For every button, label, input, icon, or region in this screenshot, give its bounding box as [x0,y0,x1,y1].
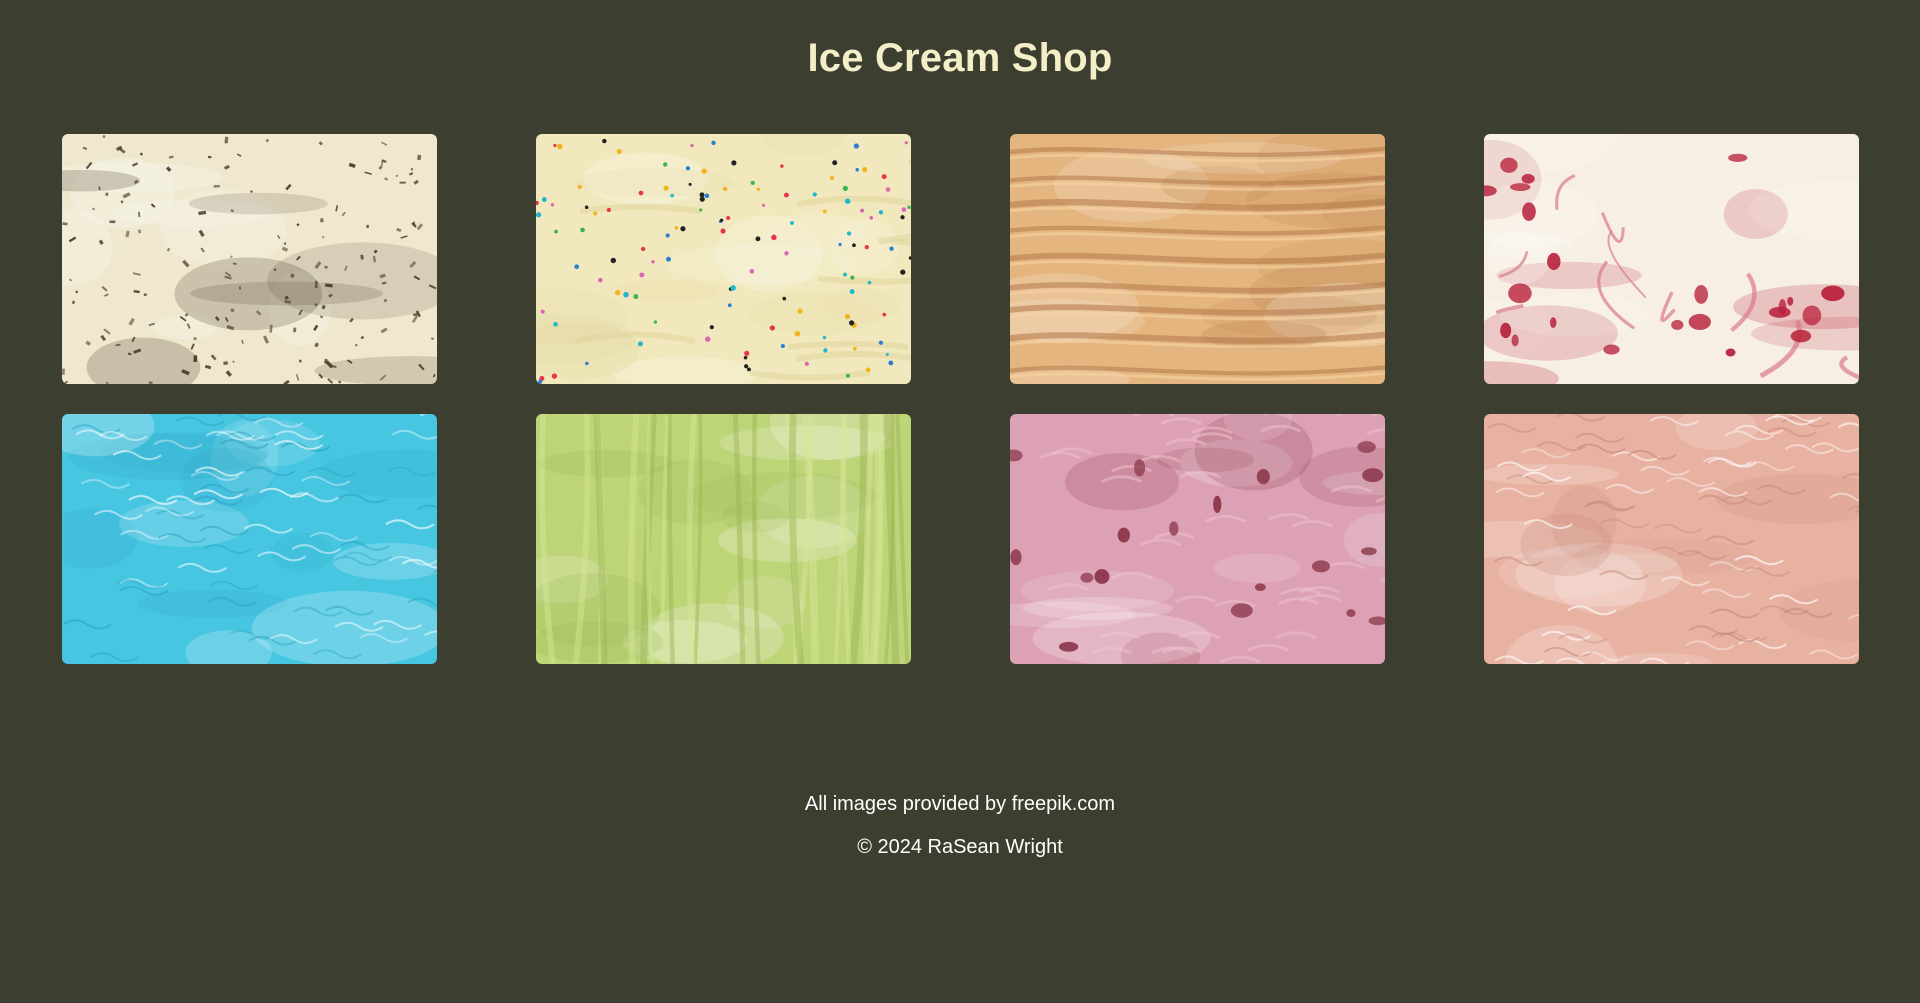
vanilla-sprinkles-ice-cream-image [536,134,911,384]
image-gallery [62,134,1859,664]
blue-ice-cream-image [62,414,437,664]
page-title: Ice Cream Shop [807,36,1113,80]
cherry-vanilla-ice-cream-image [1484,134,1859,384]
image-credit: All images provided by freepik.com [804,793,1116,815]
gallery-image[interactable] [62,134,437,384]
gallery-image[interactable] [536,414,911,664]
gallery-image[interactable] [1010,414,1385,664]
strawberry-ice-cream-image [1010,414,1385,664]
caramel-ice-cream-image [1010,134,1385,384]
gallery-image[interactable] [536,134,911,384]
chocolate-chip-ice-cream-image [62,134,437,384]
pistachio-ice-cream-image [536,414,911,664]
gallery-image[interactable] [62,414,437,664]
copyright-notice: © 2024 RaSean Wright [857,836,1063,858]
peach-ice-cream-image [1484,414,1859,664]
gallery-image[interactable] [1484,134,1859,384]
footer: All images provided by freepik.com © 202… [0,792,1920,878]
gallery-image[interactable] [1010,134,1385,384]
gallery-image[interactable] [1484,414,1859,664]
